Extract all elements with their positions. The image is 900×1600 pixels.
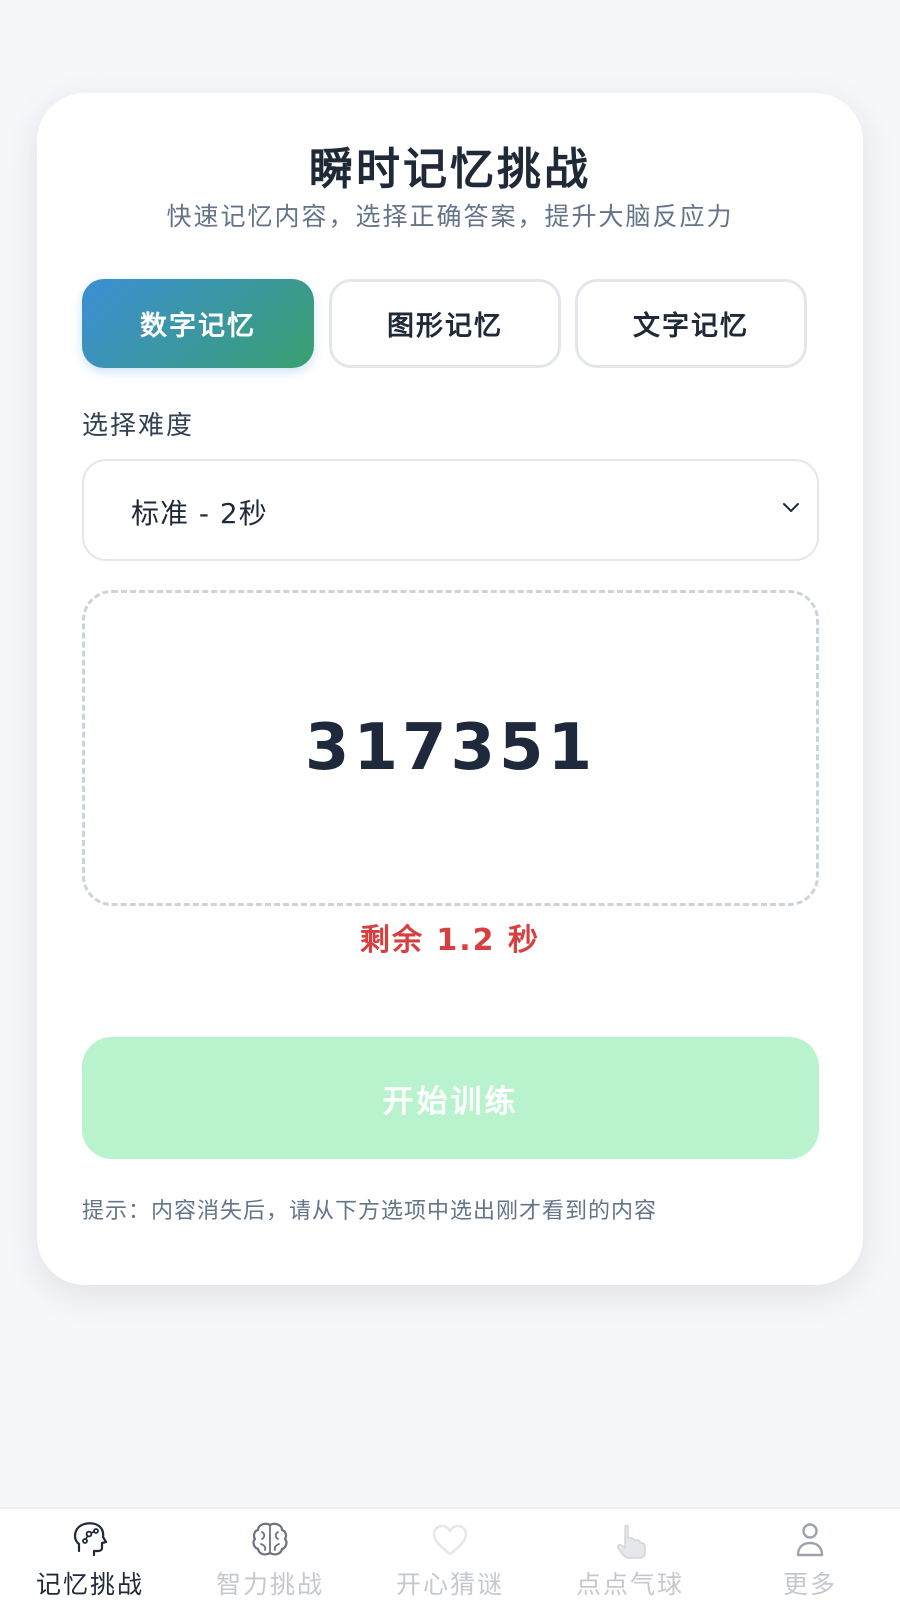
- difficulty-selected-value: 标准 - 2秒: [131, 497, 268, 530]
- tab-label: 更多: [782, 1570, 837, 1599]
- heart-icon: [432, 1524, 468, 1556]
- hint-text: 提示：内容消失后，请从下方选项中选出刚才看到的内容: [82, 1199, 658, 1224]
- brain-icon: [252, 1522, 288, 1556]
- mode-tab-shape[interactable]: 图形记忆: [329, 279, 561, 368]
- chevron-down-icon: [783, 503, 799, 512]
- tab-label: 开心猜谜: [395, 1570, 504, 1599]
- memory-content: 317351: [304, 711, 597, 785]
- difficulty-label: 选择难度: [82, 411, 195, 441]
- tab-fun-riddles[interactable]: 开心猜谜: [360, 1509, 540, 1600]
- start-training-button[interactable]: 开始训练: [82, 1037, 819, 1159]
- page-subtitle: 快速记忆内容，选择正确答案，提升大脑反应力: [166, 202, 734, 231]
- memory-challenge-card: 瞬时记忆挑战 快速记忆内容，选择正确答案，提升大脑反应力 数字记忆 图形记忆 文…: [37, 93, 863, 1285]
- mode-tab-text[interactable]: 文字记忆: [575, 279, 807, 368]
- tab-memory-challenge[interactable]: 记忆挑战: [0, 1509, 180, 1600]
- tab-tap-balloons[interactable]: 点点气球: [540, 1509, 720, 1600]
- tap-hand-icon: [617, 1524, 646, 1559]
- tab-label: 点点气球: [575, 1570, 684, 1599]
- tab-label: 智力挑战: [215, 1570, 324, 1599]
- tab-more[interactable]: 更多: [720, 1509, 900, 1600]
- bottom-tab-bar: 记忆挑战 智力挑战 开心猜谜 点点气球 更多: [0, 1507, 900, 1600]
- difficulty-select[interactable]: 标准 - 2秒: [82, 459, 819, 561]
- tab-label: 记忆挑战: [35, 1570, 144, 1599]
- page-title: 瞬时记忆挑战: [309, 144, 591, 195]
- tab-intelligence-challenge[interactable]: 智力挑战: [180, 1509, 360, 1600]
- head-brain-icon: [73, 1522, 108, 1557]
- memory-display-area: 317351: [82, 590, 819, 906]
- user-icon: [796, 1523, 824, 1557]
- countdown-timer: 剩余 1.2 秒: [359, 923, 541, 958]
- mode-tab-number[interactable]: 数字记忆: [82, 279, 314, 368]
